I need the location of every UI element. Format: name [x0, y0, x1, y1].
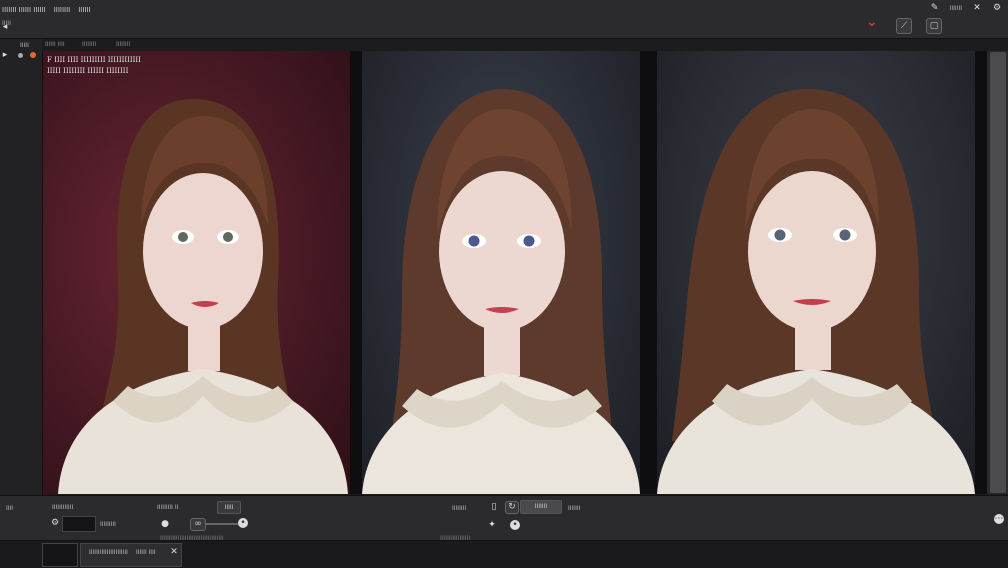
right-label: IIIIIII: [568, 505, 581, 512]
portrait-girl-3: [657, 89, 975, 494]
panel-divider-1: [350, 51, 362, 494]
window-controls: ✎ IIIIIII ✕ ⚙: [930, 3, 1002, 13]
panel-divider-2: [640, 51, 657, 494]
doc-icon[interactable]: ▯: [489, 502, 499, 512]
layer-icon[interactable]: ▸: [0, 50, 10, 60]
record-icon[interactable]: [30, 52, 36, 58]
left-sidebar: IIIII ▸: [0, 39, 43, 495]
header-label-2: IIIIIIII: [82, 41, 97, 48]
window-label: IIIIIII: [949, 4, 962, 12]
sidebar-label: IIIII: [20, 42, 29, 49]
tab-2[interactable]: IIIIII IIII: [136, 549, 156, 556]
bottom-label-mid: IIIIIIIII II: [157, 504, 179, 511]
slider-handle-icon[interactable]: •: [238, 518, 248, 528]
menu-circle-icon[interactable]: ⋯: [994, 514, 1004, 524]
portrait-girl-1: [58, 99, 348, 494]
bottom-toolbar: IIII IIIIIIIIIIII ⚙ IIIIIIIII IIIIIIIII …: [0, 495, 1008, 542]
tab-group: IIIIIIIIIIIIIIIIIIIIII IIIIII IIII ✕: [80, 543, 182, 567]
center-label: IIIIIIII: [452, 505, 467, 512]
cycle-icon[interactable]: ↻: [505, 501, 519, 514]
tab-close-icon[interactable]: ✕: [169, 547, 179, 557]
menu-item-1[interactable]: IIIIIII IIIIII IIIIII: [2, 6, 46, 14]
close-icon[interactable]: ✕: [972, 3, 982, 13]
main-menu: IIIIIII IIIIII IIIIII IIIIIIII IIIIII: [2, 6, 91, 14]
back-icon[interactable]: ◂: [0, 22, 10, 32]
slider-track[interactable]: [206, 523, 238, 525]
panel-divider-3: [975, 51, 987, 494]
settings-small-icon[interactable]: ⚙: [50, 518, 60, 528]
mid-value-field[interactable]: IIIII: [217, 501, 241, 514]
chevron-down-icon[interactable]: ⌄: [866, 14, 878, 30]
pen-icon[interactable]: ✎: [930, 3, 940, 13]
bottom-label-left: IIIIIIIIIIII: [52, 504, 74, 511]
canvas-header: IIIIII IIII IIIIIIII IIIIIIII: [42, 39, 1008, 51]
bottom-side-label: IIII: [6, 505, 14, 512]
menu-item-3[interactable]: IIIIII: [78, 6, 90, 14]
tab-1[interactable]: IIIIIIIIIIIIIIIIIIIIII: [89, 549, 128, 556]
portrait-girl-2: [362, 89, 640, 494]
link-icon[interactable]: ∞: [190, 518, 206, 531]
brush-icon[interactable]: ⟋: [896, 18, 912, 34]
image-panel-2[interactable]: [362, 51, 640, 494]
image-panel-1[interactable]: F IIII IIII IIIIIIIII IIIIIIIIIIII IIIII…: [43, 51, 350, 494]
header-label-3: IIIIIIII: [116, 41, 131, 48]
image-panel-3[interactable]: [657, 51, 975, 494]
menu-item-2[interactable]: IIIIIIII: [54, 6, 71, 14]
thumbnail-slot[interactable]: [42, 543, 78, 567]
settings-icon[interactable]: ⚙: [992, 3, 1002, 13]
color-swatch-field[interactable]: [62, 516, 96, 532]
pin-icon[interactable]: ✦: [487, 520, 497, 530]
toggle-icon[interactable]: •: [510, 520, 520, 530]
header-label-1: IIIIII IIII: [45, 41, 65, 48]
field-left-label: IIIIIIIII: [100, 521, 116, 528]
scrollbar-thumb[interactable]: [990, 52, 1006, 493]
frame-icon[interactable]: ▢: [926, 18, 942, 34]
bottom-status-bar: IIIIIIIIIIIIIIIIIIIIII IIIIII IIII ✕: [0, 540, 1008, 568]
center-button[interactable]: IIIIIII: [520, 500, 562, 514]
circle-icon[interactable]: ●: [160, 519, 170, 529]
dot-icon: [18, 53, 23, 58]
top-toolbar: IIIIIII IIIIII IIIIII IIIIIIII IIIIII II…: [0, 0, 1008, 39]
